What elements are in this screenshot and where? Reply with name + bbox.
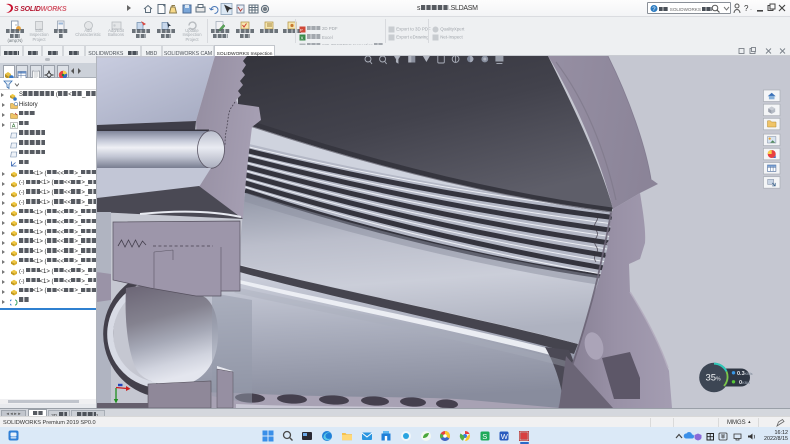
svg-text:A: A [12, 124, 16, 130]
svg-text:S SOLIDWORKS: S SOLIDWORKS [14, 6, 67, 13]
svg-text:·: · [750, 7, 752, 13]
svg-text:W: W [501, 432, 509, 441]
svg-text:?: ? [744, 4, 749, 13]
svg-text:S: S [482, 432, 487, 441]
